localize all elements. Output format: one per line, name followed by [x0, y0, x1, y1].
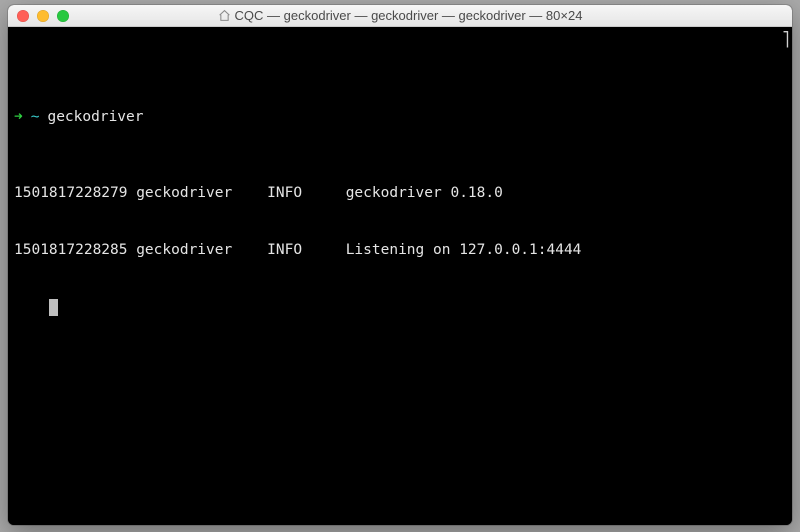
titlebar[interactable]: CQC — geckodriver — geckodriver — geckod… — [8, 5, 792, 27]
window-title-text: CQC — geckodriver — geckodriver — geckod… — [235, 8, 583, 23]
prompt-line: ➜ ~ geckodriver — [14, 108, 786, 127]
log-level: INFO — [267, 184, 346, 203]
scrollbar-indicator: ⎤ — [782, 31, 790, 50]
window-title: CQC — geckodriver — geckodriver — geckod… — [8, 8, 792, 23]
log-component: geckodriver — [136, 241, 267, 260]
prompt-command: geckodriver — [47, 108, 143, 127]
prompt-arrow-icon: ➜ — [14, 108, 23, 127]
log-row: 1501817228279 geckodriver INFO geckodriv… — [14, 184, 786, 203]
log-message: Listening on 127.0.0.1:4444 — [346, 241, 582, 260]
terminal-body[interactable]: ⎤ ➜ ~ geckodriver 1501817228279 geckodri… — [8, 27, 792, 525]
log-timestamp: 1501817228285 — [14, 241, 136, 260]
home-icon — [218, 9, 231, 22]
log-component: geckodriver — [136, 184, 267, 203]
log-timestamp: 1501817228279 — [14, 184, 136, 203]
log-message: geckodriver 0.18.0 — [346, 184, 503, 203]
window-controls — [8, 10, 69, 22]
log-row: 1501817228285 geckodriver INFO Listening… — [14, 241, 786, 260]
zoom-icon[interactable] — [57, 10, 69, 22]
log-level: INFO — [267, 241, 346, 260]
terminal-window: CQC — geckodriver — geckodriver — geckod… — [8, 5, 792, 525]
minimize-icon[interactable] — [37, 10, 49, 22]
prompt-cwd: ~ — [31, 108, 40, 127]
close-icon[interactable] — [17, 10, 29, 22]
terminal-cursor — [49, 299, 58, 316]
